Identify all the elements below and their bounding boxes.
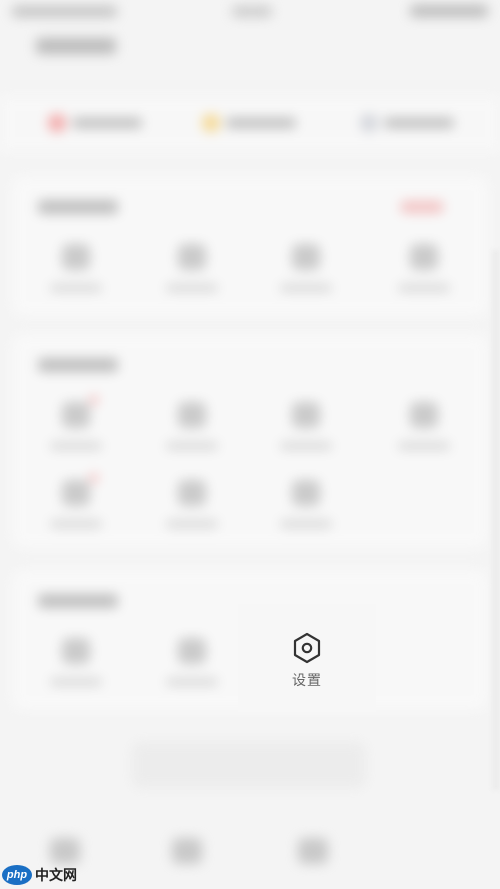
grid-label-blurred	[50, 520, 102, 528]
grid-icon	[292, 480, 320, 506]
watermark: php 中文网	[2, 863, 77, 887]
notification-dot	[90, 396, 98, 404]
grid-label-blurred	[398, 442, 450, 450]
grid-label-blurred	[280, 442, 332, 450]
grid-item[interactable]	[384, 244, 464, 304]
grid-item[interactable]	[152, 402, 232, 462]
grid-item[interactable]	[152, 480, 232, 540]
notification-dot	[90, 474, 98, 482]
stats-row	[0, 96, 500, 152]
grid-item[interactable]	[152, 638, 232, 698]
grid-label-blurred	[166, 284, 218, 292]
stat-dot-icon	[202, 114, 220, 132]
grid-label-blurred	[166, 520, 218, 528]
settings-label: 设置	[292, 673, 322, 689]
grid-icon	[410, 244, 438, 270]
blurred-background	[0, 0, 500, 889]
grid-item[interactable]	[152, 244, 232, 304]
grid-item[interactable]	[36, 396, 116, 462]
status-bar	[0, 0, 500, 26]
grid-label-blurred	[50, 678, 102, 686]
grid-icon	[62, 402, 90, 428]
grid-label-blurred	[398, 284, 450, 292]
grid-icon	[178, 638, 206, 664]
grid-label-blurred	[166, 678, 218, 686]
grid-item[interactable]	[266, 480, 346, 540]
grid-label-blurred	[166, 442, 218, 450]
stat-dot-icon	[48, 114, 66, 132]
screen: 设置 php 中文网	[0, 0, 500, 889]
grid-label-blurred	[50, 442, 102, 450]
grid-icon	[178, 402, 206, 428]
page-title-blurred	[36, 38, 116, 54]
card-tag-blurred[interactable]	[400, 201, 444, 213]
bottom-icon	[298, 838, 328, 864]
status-left	[12, 6, 117, 17]
scrollbar[interactable]	[492, 250, 500, 790]
status-time	[232, 6, 272, 17]
bottom-icon	[50, 838, 80, 864]
grid-label-blurred	[280, 520, 332, 528]
watermark-text: 中文网	[35, 868, 77, 884]
hexagon-settings-icon	[293, 632, 321, 664]
stat-label-blurred	[384, 118, 454, 128]
bottom-icon	[172, 838, 202, 864]
grid-icon	[410, 402, 438, 428]
banner-blurred[interactable]	[132, 742, 366, 788]
card-section	[12, 176, 488, 316]
grid-item[interactable]	[266, 402, 346, 462]
grid-icon	[62, 244, 90, 270]
card-title-blurred	[38, 358, 118, 372]
grid-icon	[292, 244, 320, 270]
grid-icon	[178, 244, 206, 270]
grid-icon	[292, 402, 320, 428]
settings-entry[interactable]: 设置	[238, 604, 376, 712]
grid-item[interactable]	[384, 402, 464, 462]
grid-icon	[178, 480, 206, 506]
bottom-item[interactable]	[272, 830, 352, 870]
card-title-blurred	[38, 200, 118, 214]
stat-dot-icon	[360, 114, 378, 132]
status-right	[410, 5, 488, 17]
grid-icon	[62, 480, 90, 506]
grid-item[interactable]	[36, 244, 116, 304]
card-section	[12, 334, 488, 548]
grid-item[interactable]	[266, 244, 346, 304]
card-title-blurred	[38, 594, 118, 608]
grid-label-blurred	[280, 284, 332, 292]
grid-icon	[62, 638, 90, 664]
stat-label-blurred	[226, 118, 296, 128]
grid-item[interactable]	[36, 474, 116, 540]
bottom-item[interactable]	[146, 830, 226, 870]
stat-label-blurred	[72, 118, 142, 128]
grid-item[interactable]	[36, 638, 116, 698]
watermark-logo: php	[2, 865, 32, 885]
grid-label-blurred	[50, 284, 102, 292]
